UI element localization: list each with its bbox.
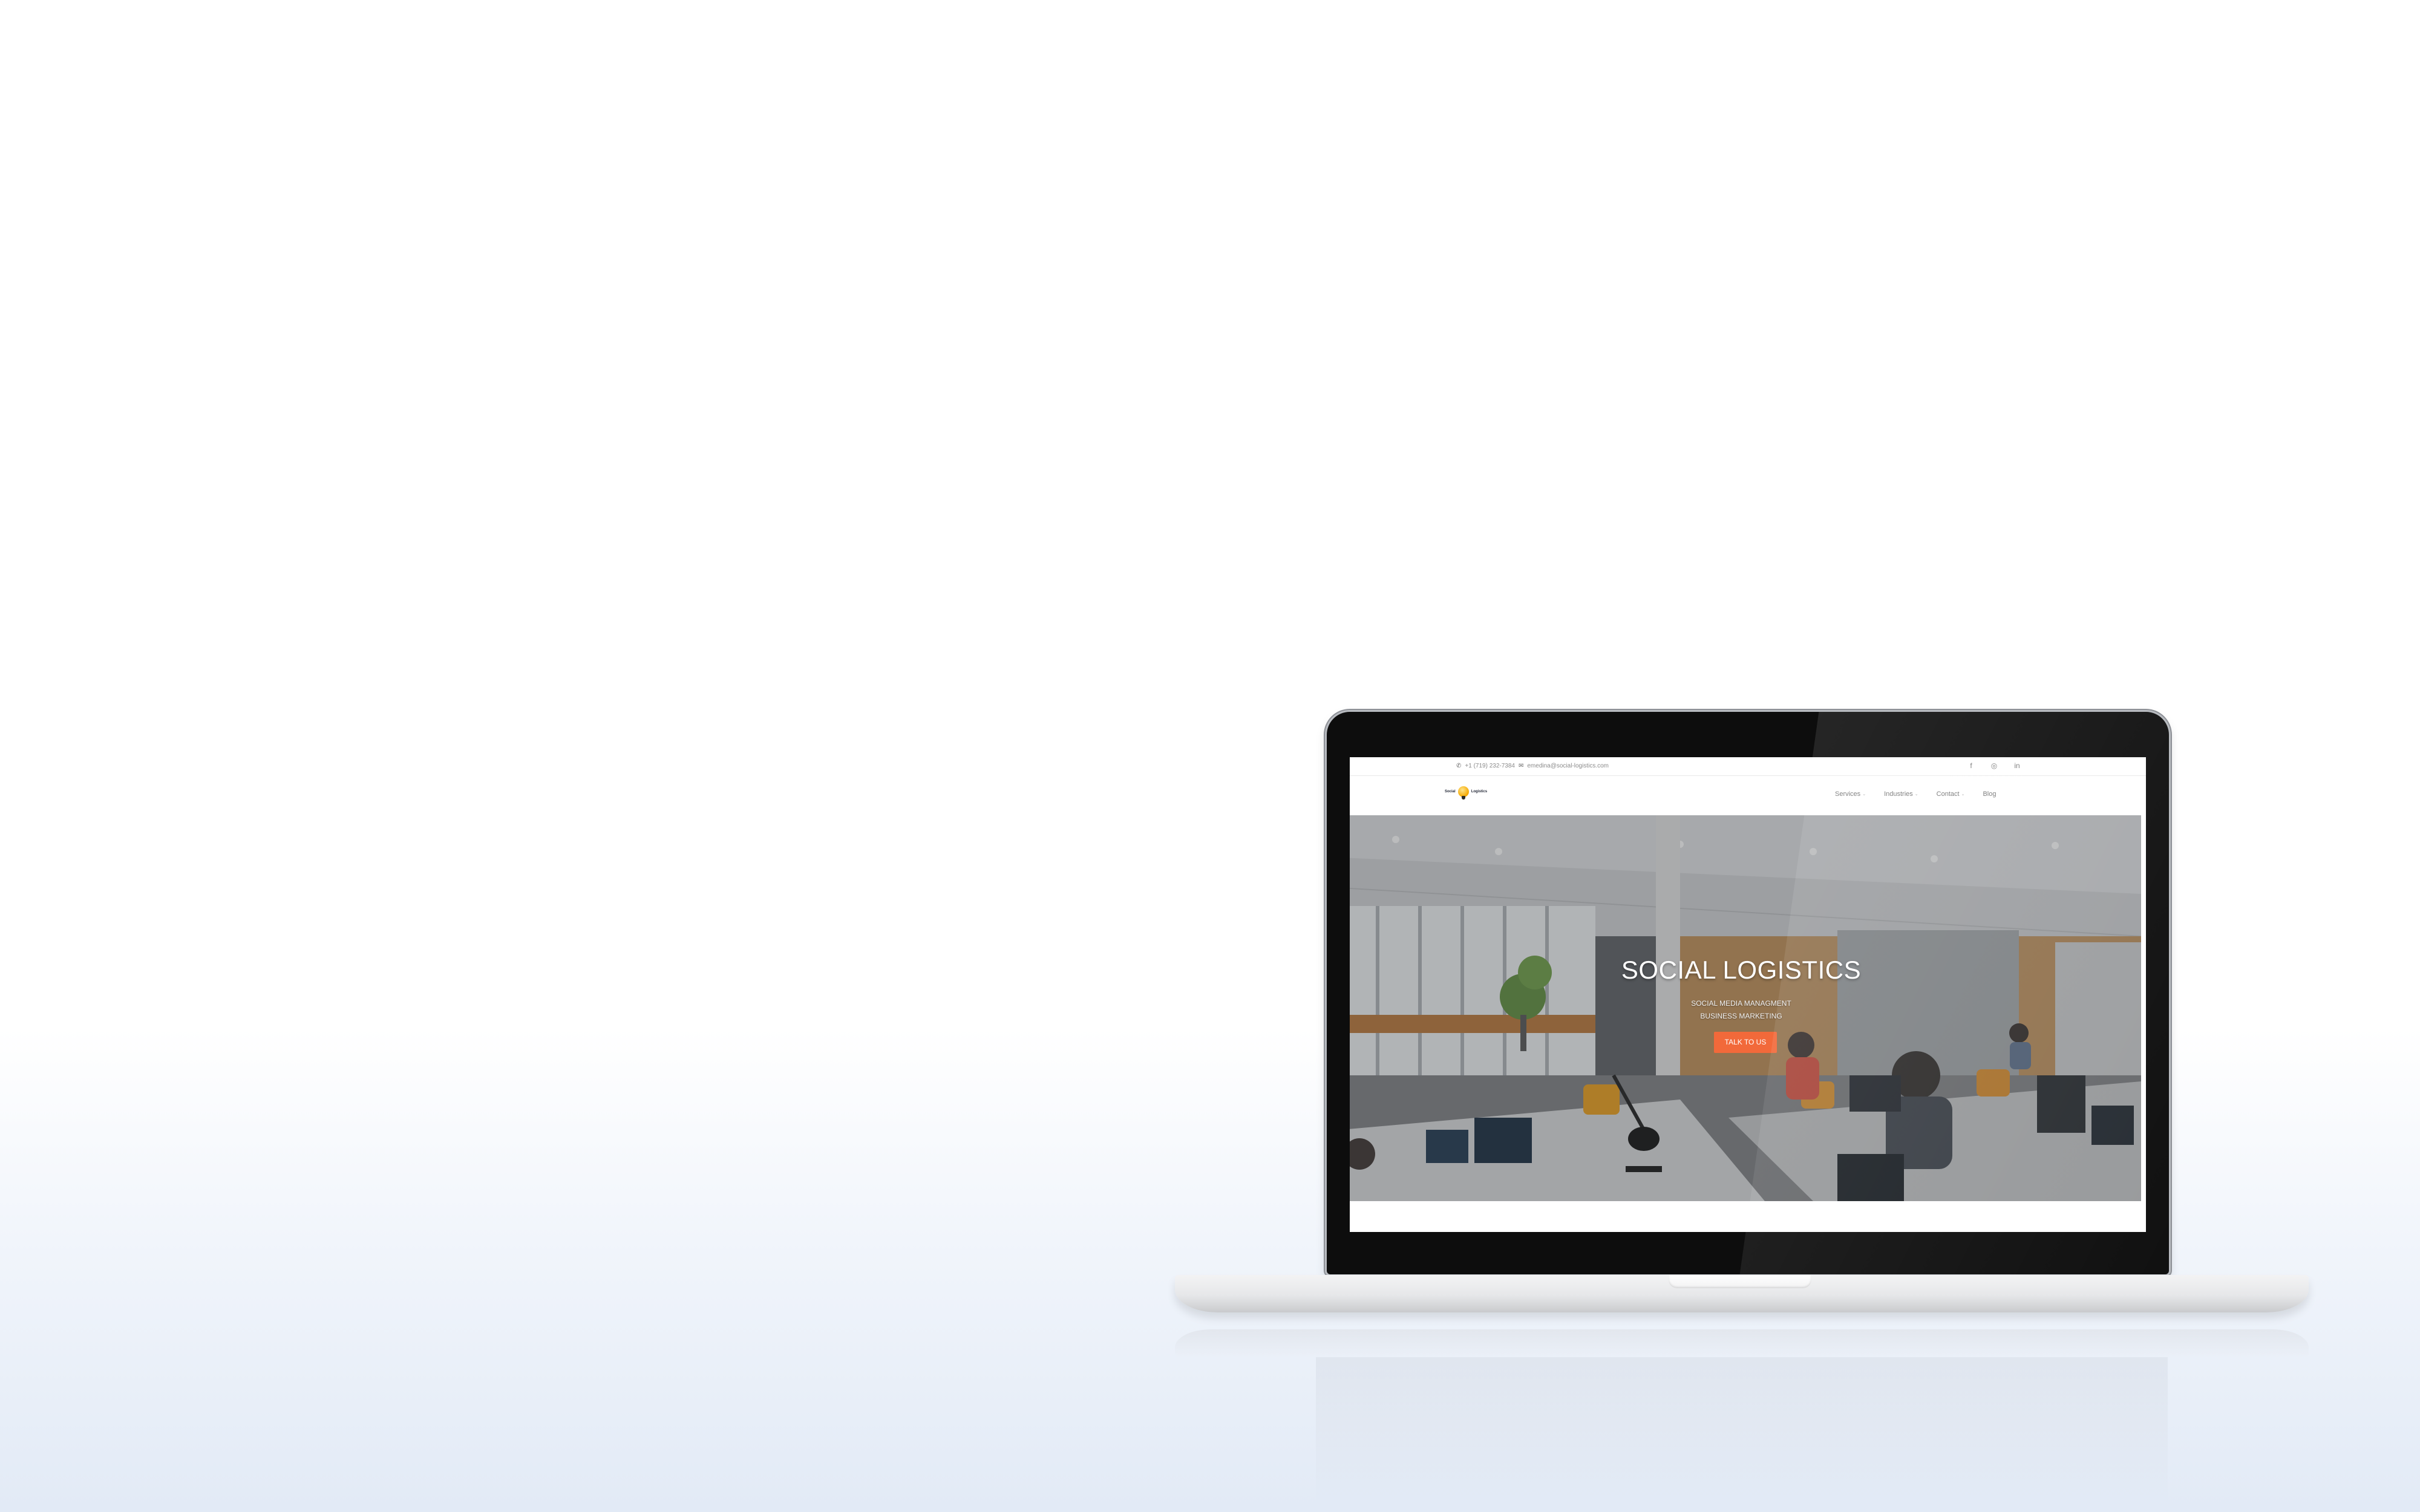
logo-text-right: Logistics [1471,790,1488,793]
nav-item-contact[interactable]: Contact ⌄ [1937,790,1965,798]
nav-item-services[interactable]: Services ⌄ [1835,790,1866,798]
talk-to-us-button[interactable]: TALK TO US [1714,1032,1777,1053]
hero-subtitle-2: BUSINESS MARKETING [1700,1012,1782,1020]
lightbulb-icon [1457,786,1469,800]
phone-icon: ✆ [1456,762,1462,769]
facebook-icon[interactable]: f [1967,761,1975,770]
chevron-down-icon: ⌄ [1862,792,1866,797]
nav-item-label: Blog [1983,790,1996,798]
screen-reflection [1316,1357,2168,1508]
nav-item-label: Services [1835,790,1861,798]
nav-menu: Services ⌄ Industries ⌄ Contact ⌄ Blog [1835,790,1996,798]
nav-item-industries[interactable]: Industries ⌄ [1884,790,1918,798]
website-screen: ✆ +1 (719) 232-7384 ✉ emedina@social-log… [1350,757,2146,1232]
linkedin-icon[interactable]: in [2013,761,2021,770]
nav-item-blog[interactable]: Blog [1983,790,1996,798]
laptop-lid: ✆ +1 (719) 232-7384 ✉ emedina@social-log… [1327,712,2169,1274]
hero-subtitle-1: SOCIAL MEDIA MANAGMENT [1691,999,1791,1008]
logo-text-left: Social [1445,790,1456,793]
phone-number[interactable]: +1 (719) 232-7384 [1465,763,1515,769]
hero-overlay [1350,815,2141,1201]
envelope-icon: ✉ [1518,762,1524,769]
hero-section: SOCIAL LOGISTICS SOCIAL MEDIA MANAGMENT … [1350,815,2141,1201]
laptop-base [1175,1275,2309,1312]
email-address[interactable]: emedina@social-logistics.com [1527,763,1609,769]
nav-item-label: Contact [1936,790,1960,798]
contact-info: ✆ +1 (719) 232-7384 ✉ emedina@social-log… [1456,763,1609,769]
main-navbar: Social Logistics Services ⌄ Industries ⌄… [1350,776,2146,815]
social-links: f ◎ in [1967,761,2021,770]
site-logo[interactable]: Social Logistics [1445,786,1488,800]
instagram-icon[interactable]: ◎ [1990,761,1998,770]
page-below-hero [1350,1201,2146,1232]
hero-title: SOCIAL LOGISTICS [1621,956,1862,984]
chevron-down-icon: ⌄ [1961,792,1965,797]
topbar: ✆ +1 (719) 232-7384 ✉ emedina@social-log… [1350,757,2146,776]
laptop-reflection [1175,1329,2309,1357]
nav-item-label: Industries [1884,790,1913,798]
chevron-down-icon: ⌄ [1914,792,1918,797]
hinge-notch [1669,1275,1811,1288]
